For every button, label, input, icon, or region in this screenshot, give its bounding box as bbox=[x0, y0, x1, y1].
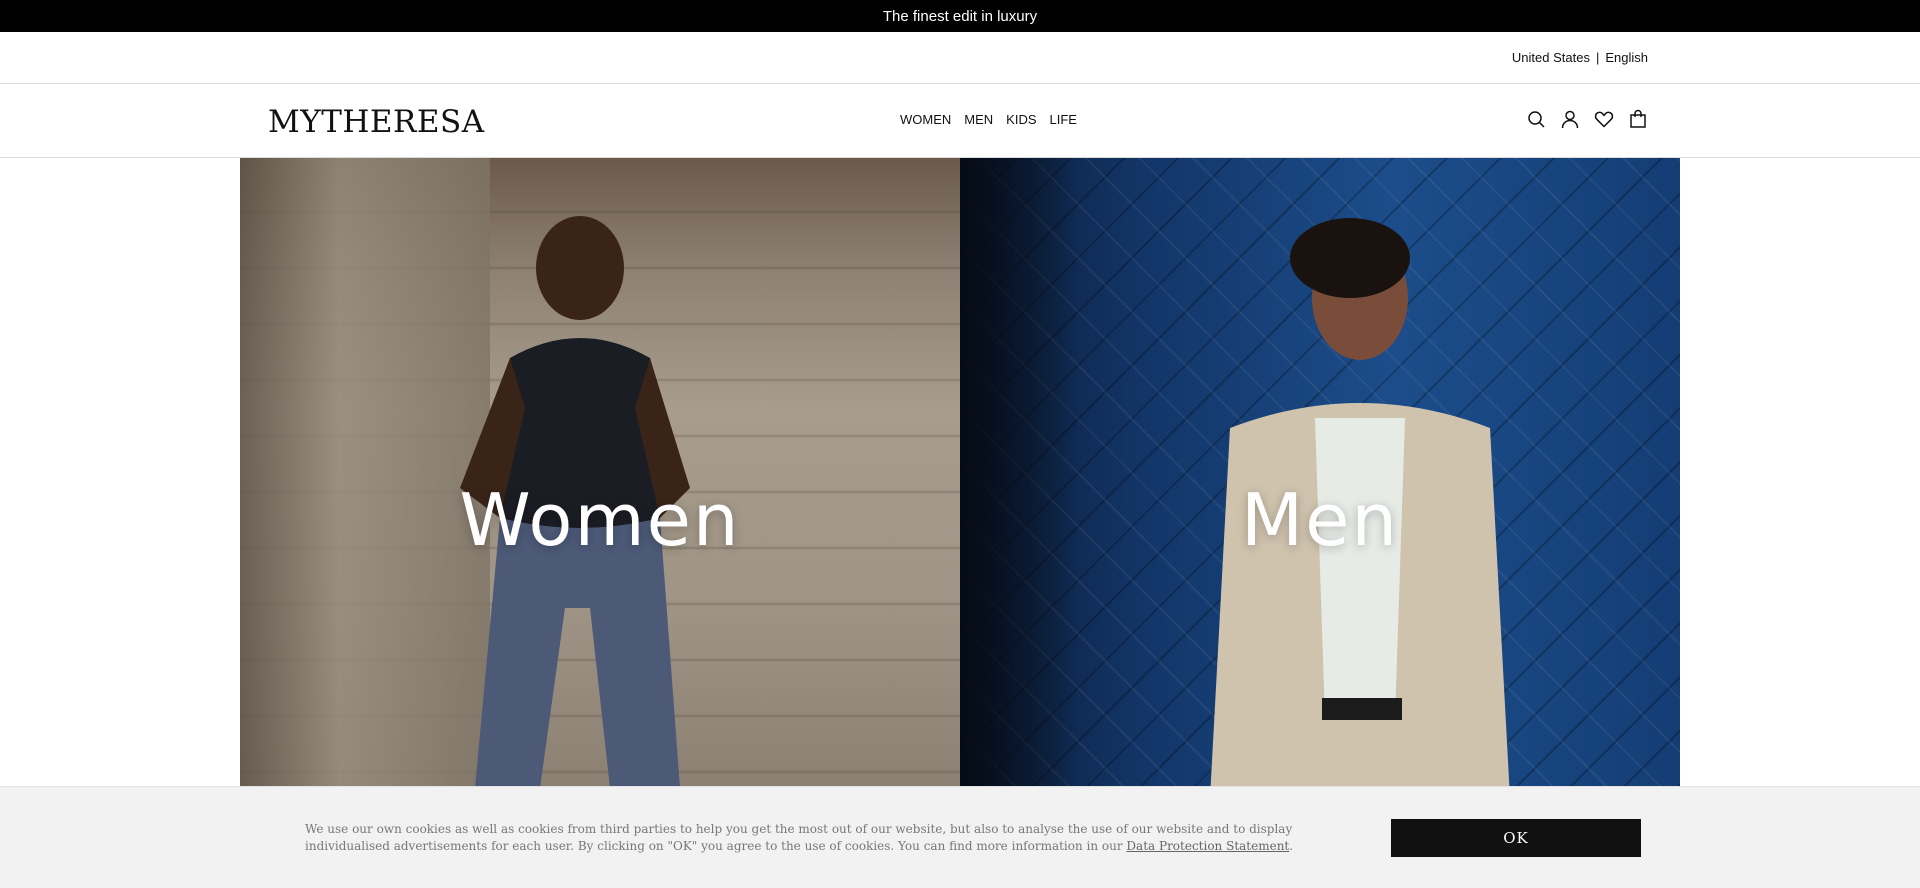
bag-icon[interactable] bbox=[1628, 108, 1648, 130]
women-label: Women bbox=[459, 478, 741, 562]
wishlist-icon[interactable] bbox=[1594, 108, 1614, 130]
locale-selector[interactable]: United States | English bbox=[1512, 50, 1648, 65]
site-logo[interactable]: MYTHERESA bbox=[268, 104, 485, 140]
nav-life[interactable]: LIFE bbox=[1050, 112, 1077, 127]
cookie-banner: We use our own cookies as well as cookie… bbox=[0, 786, 1920, 888]
cookie-text: We use our own cookies as well as cookie… bbox=[305, 821, 1345, 855]
language-label[interactable]: English bbox=[1605, 50, 1648, 65]
cookie-suffix: . bbox=[1289, 839, 1294, 853]
data-protection-link[interactable]: Data Protection Statement bbox=[1126, 839, 1289, 853]
nav-women[interactable]: WOMEN bbox=[900, 112, 951, 127]
site-header: MYTHERESA WOMEN MEN KIDS LIFE bbox=[0, 84, 1920, 158]
men-panel[interactable]: Men bbox=[960, 158, 1680, 786]
search-icon[interactable] bbox=[1526, 108, 1546, 130]
header-icons bbox=[1526, 108, 1648, 130]
hero-banner: Women Men bbox=[240, 158, 1680, 786]
locale-separator: | bbox=[1595, 50, 1600, 65]
main-nav: WOMEN MEN KIDS LIFE bbox=[900, 112, 1077, 127]
locale-bar: United States | English bbox=[0, 32, 1920, 84]
men-label: Men bbox=[1240, 478, 1400, 562]
nav-men[interactable]: MEN bbox=[964, 112, 993, 127]
country-label[interactable]: United States bbox=[1512, 50, 1590, 65]
cookie-ok-button[interactable]: OK bbox=[1391, 819, 1641, 857]
promo-text: The finest edit in luxury bbox=[882, 7, 1038, 25]
nav-kids[interactable]: KIDS bbox=[1006, 112, 1036, 127]
promo-bar: The finest edit in luxury bbox=[0, 0, 1920, 32]
women-panel[interactable]: Women bbox=[240, 158, 960, 786]
account-icon[interactable] bbox=[1560, 108, 1580, 130]
